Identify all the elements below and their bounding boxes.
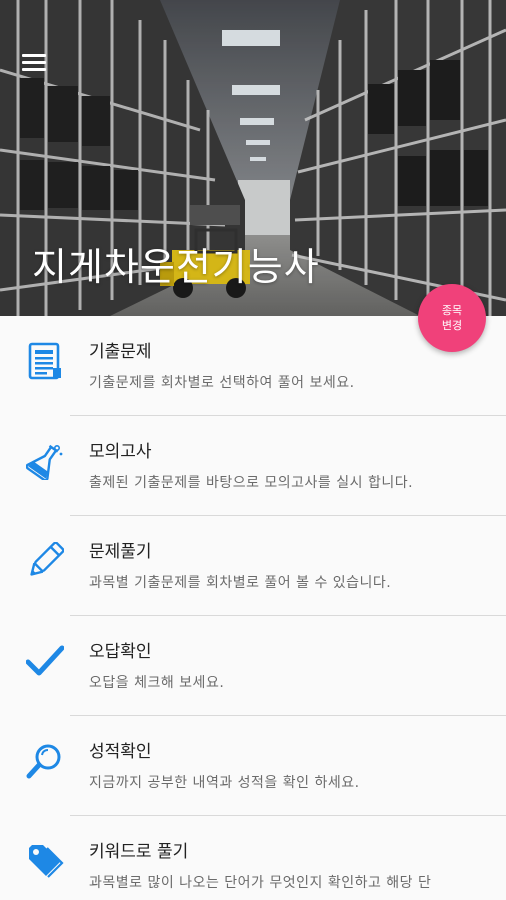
menu-item-mock-test[interactable]: 모의고사 출제된 기출문제를 바탕으로 모의고사를 실시 합니다. <box>0 416 506 516</box>
hamburger-menu-icon <box>22 54 46 57</box>
document-list-icon <box>28 342 61 380</box>
tag-icon <box>29 845 64 878</box>
menu-item-review-wrong[interactable]: 오답확인 오답을 체크해 보세요. <box>0 616 506 716</box>
change-subject-button[interactable]: 종목 변경 <box>418 284 486 352</box>
menu-item-desc: 기출문제를 회차별로 선택하여 풀어 보세요. <box>89 375 355 391</box>
menu-item-score-check[interactable]: 성적확인 지금까지 공부한 내역과 성적을 확인 하세요. <box>0 716 506 816</box>
menu-item-desc: 과목별 기출문제를 회차별로 풀어 볼 수 있습니다. <box>89 575 392 591</box>
menu-item-keyword-solve[interactable]: 키워드로 풀기 과목별로 많이 나오는 단어가 무엇인지 확인하고 해당 단 <box>0 816 506 900</box>
menu-item-desc: 오답을 체크해 보세요. <box>89 675 225 691</box>
menu-button[interactable] <box>22 54 46 74</box>
menu-list: 기출문제 기출문제를 회차별로 선택하여 풀어 보세요. 모의고사 출제된 기출… <box>0 316 506 900</box>
menu-item-desc: 과목별로 많이 나오는 단어가 무엇인지 확인하고 해당 단 <box>89 875 432 891</box>
pencil-icon <box>30 542 64 576</box>
header-banner: 지게차운전기능사 <box>0 0 506 316</box>
fab-label-line1: 종목 <box>441 304 463 317</box>
magnifier-icon <box>26 744 61 779</box>
menu-item-title: 키워드로 풀기 <box>89 842 189 862</box>
menu-item-desc: 출제된 기출문제를 바탕으로 모의고사를 실시 합니다. <box>89 475 414 491</box>
fab-label-line2: 변경 <box>441 319 463 332</box>
menu-item-title: 문제풀기 <box>89 542 152 562</box>
menu-item-title: 성적확인 <box>89 742 152 762</box>
menu-item-title: 모의고사 <box>89 442 152 462</box>
checkmark-icon <box>26 645 64 676</box>
menu-item-desc: 지금까지 공부한 내역과 성적을 확인 하세요. <box>89 775 360 791</box>
menu-item-title: 기출문제 <box>89 342 152 362</box>
page-title: 지게차운전기능사 <box>32 245 320 289</box>
menu-item-solve-problems[interactable]: 문제풀기 과목별 기출문제를 회차별로 풀어 볼 수 있습니다. <box>0 516 506 616</box>
flask-icon <box>26 444 63 480</box>
menu-item-title: 오답확인 <box>89 642 152 662</box>
